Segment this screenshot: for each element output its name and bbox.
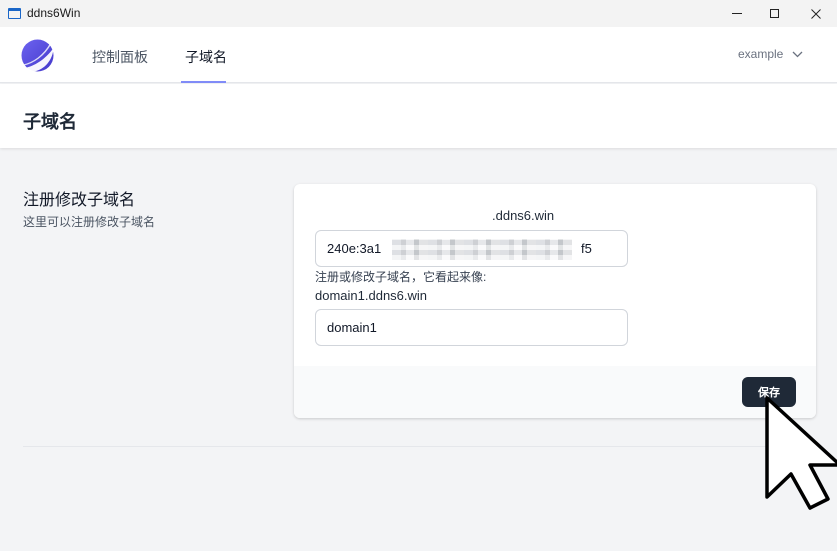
form-footer: [294, 366, 816, 418]
chevron-down-icon: [792, 51, 803, 57]
nav-item-subdomain[interactable]: 子域名: [185, 47, 227, 67]
domain-suffix-label: .ddns6.win: [492, 208, 555, 223]
subdomain-form-card: .ddns6.win 240e:3a1 f5 注册或修改子域名，它看起来像: d…: [294, 184, 816, 418]
top-navbar: 控制面板 子域名 example: [0, 27, 837, 83]
close-button[interactable]: [797, 0, 835, 27]
ipv6-prefix: 240e:3a1: [327, 241, 382, 256]
section-description: 这里可以注册修改子域名: [23, 215, 156, 229]
section-title: 注册修改子域名: [23, 192, 136, 209]
window-titlebar: ddns6Win: [0, 0, 837, 27]
page-header: 子域名: [0, 84, 837, 148]
nav-active-indicator: [181, 81, 226, 83]
ipv6-suffix: f5: [581, 241, 592, 256]
page-title: 子域名: [23, 112, 77, 132]
domain-suffix-addon: .ddns6.win: [315, 204, 629, 228]
window-title: ddns6Win: [27, 6, 81, 20]
maximize-icon: [769, 9, 779, 18]
window-app-icon: [8, 8, 21, 19]
save-button[interactable]: 保存: [742, 377, 796, 407]
maximize-button[interactable]: [755, 0, 793, 27]
help-text: 注册或修改子域名，它看起来像:: [315, 270, 487, 284]
minimize-button[interactable]: [718, 0, 756, 27]
minimize-icon: [732, 13, 742, 14]
nav-item-dashboard[interactable]: 控制面板: [92, 47, 148, 67]
user-menu-label: example: [738, 47, 784, 61]
close-icon: [811, 8, 821, 19]
user-menu[interactable]: example: [738, 47, 803, 61]
ipv6-redaction-mosaic: [392, 239, 572, 260]
section-divider: [23, 446, 815, 447]
crescent-logo[interactable]: [20, 38, 55, 73]
subdomain-input[interactable]: [315, 309, 628, 346]
ipv6-address-field[interactable]: 240e:3a1 f5: [315, 230, 628, 267]
example-domain: domain1.ddns6.win: [315, 288, 428, 303]
